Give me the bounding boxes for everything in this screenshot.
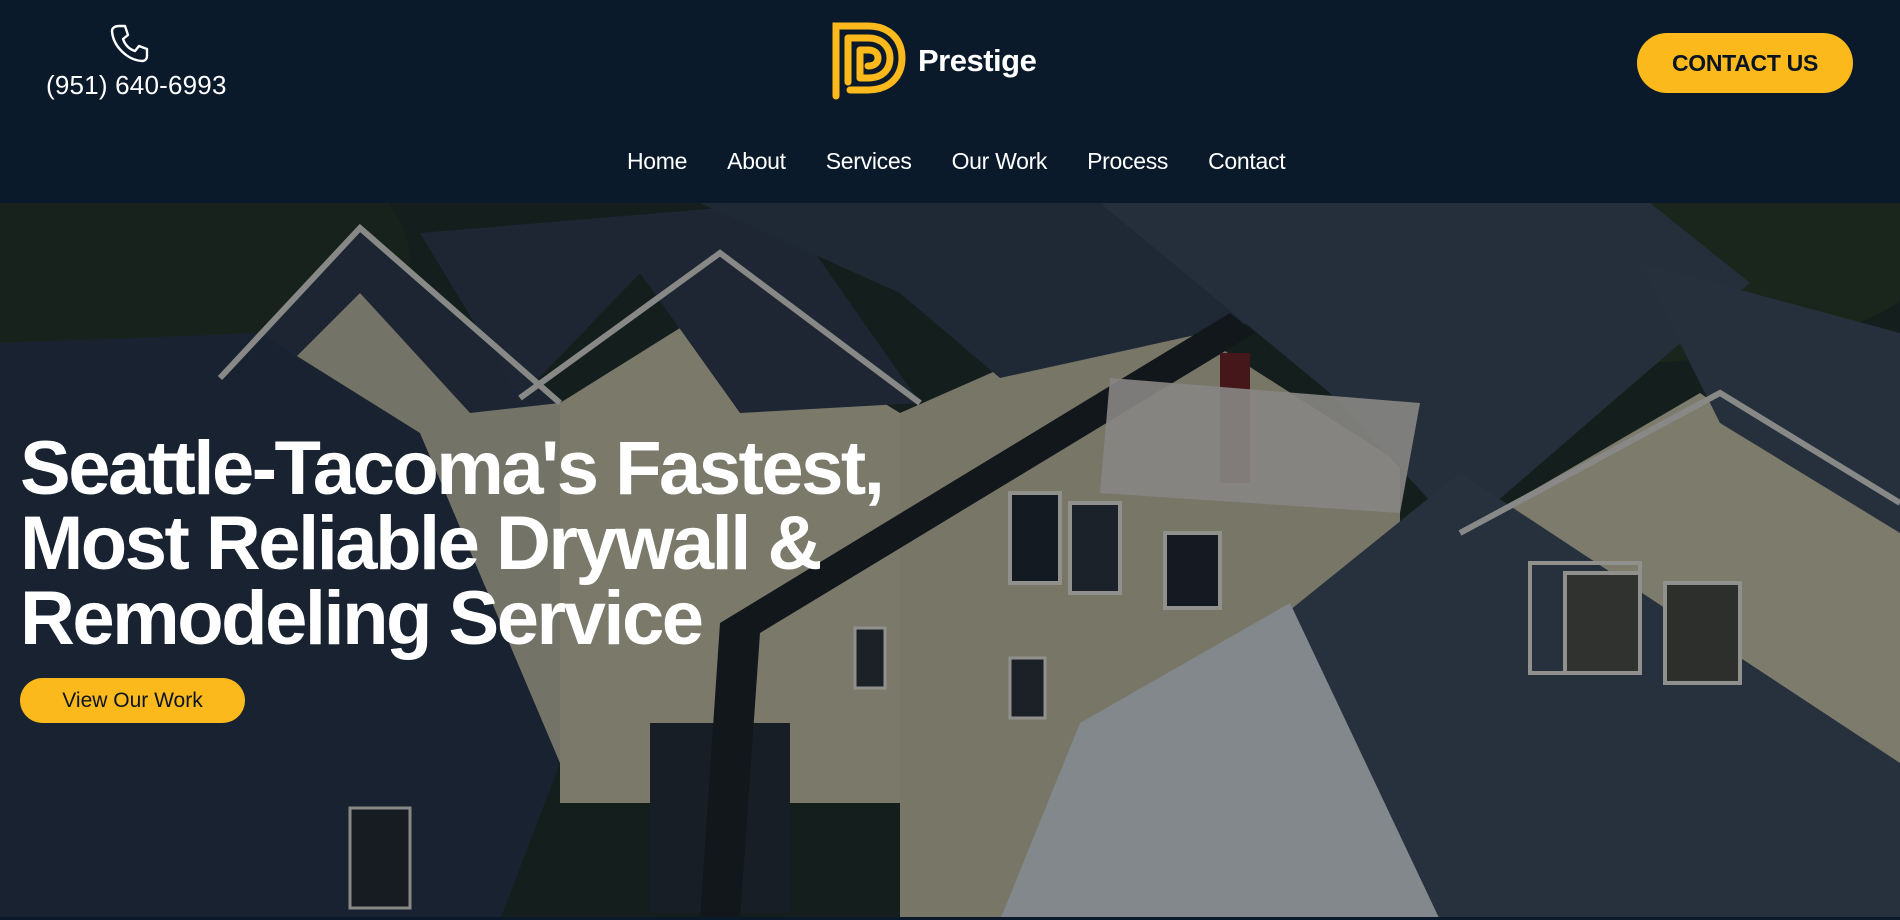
nav-item-contact[interactable]: Contact — [1208, 148, 1285, 175]
nav-item-home[interactable]: Home — [627, 148, 687, 175]
view-our-work-button[interactable]: View Our Work — [20, 678, 245, 723]
nav-item-our-work[interactable]: Our Work — [952, 148, 1048, 175]
hero-headline-line-3: Remodeling Service — [20, 576, 704, 661]
nav-item-services[interactable]: Services — [826, 148, 912, 175]
hero-headline-line-1: Seattle-Tacoma's Fastest, — [20, 426, 885, 511]
site-header: (951) 640-6993 Prestige CONTACT US Home … — [0, 0, 1900, 203]
contact-us-button[interactable]: CONTACT US — [1637, 33, 1853, 93]
phone-number[interactable]: (951) 640-6993 — [46, 70, 227, 101]
hero-headline: Seattle-Tacoma's Fastest, Most Reliable … — [20, 426, 920, 661]
prestige-logo-icon — [832, 22, 906, 100]
brand-logo[interactable]: Prestige — [828, 20, 1037, 102]
nav-items: Home About Services Our Work Process Con… — [627, 148, 1325, 175]
brand-name: Prestige — [918, 43, 1037, 78]
nav-item-about[interactable]: About — [727, 148, 786, 175]
phone-icon — [110, 24, 149, 63]
hero-section: Seattle-Tacoma's Fastest, Most Reliable … — [0, 203, 1900, 920]
nav-item-process[interactable]: Process — [1087, 148, 1168, 175]
phone-contact[interactable]: (951) 640-6993 — [46, 22, 226, 102]
hero-headline-line-2: Most Reliable Drywall & — [20, 501, 822, 586]
